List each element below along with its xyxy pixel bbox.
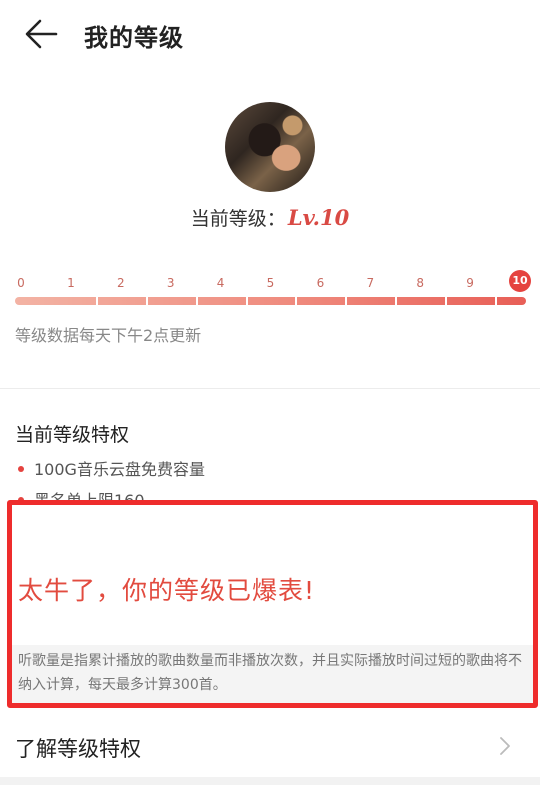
level-tick-7: 7 — [366, 276, 375, 290]
level-tick-5: 5 — [266, 276, 275, 290]
progress-segment-divider — [395, 297, 398, 305]
bullet-dot — [18, 465, 24, 472]
level-label: 当前等级： — [190, 208, 286, 230]
progress-segment-divider — [445, 297, 448, 305]
privilege-item: 100G音乐云盘免费容量 — [18, 456, 205, 480]
level-progress: 10 0 1 2 3 4 5 6 7 8 9 — [15, 270, 531, 310]
level-tick-1: 1 — [67, 276, 75, 290]
update-note: 等级数据每天下午2点更新 — [15, 326, 202, 345]
back-button[interactable] — [18, 14, 62, 54]
highlight-overlay: 太牛了，你的等级已爆表! 听歌量是指累计播放的歌曲数量而非播放次数，并且实际播放… — [7, 500, 538, 708]
progress-segment-divider — [295, 297, 298, 305]
current-level-knob: 10 — [509, 270, 531, 292]
level-progress-bar — [15, 297, 526, 305]
privileges-title: 当前等级特权 — [15, 424, 130, 446]
progress-segment-divider — [245, 297, 248, 305]
avatar[interactable] — [225, 102, 315, 192]
arrow-left-icon — [25, 19, 58, 49]
page-title: 我的等级 — [84, 24, 184, 52]
header: 我的等级 — [0, 0, 540, 70]
boast-text: 太牛了，你的等级已爆表! — [18, 576, 316, 605]
progress-segment-divider — [345, 297, 348, 305]
level-tick-2: 2 — [116, 276, 125, 290]
current-level: 当前等级：Lv.10 — [0, 204, 540, 231]
level-tick-0: 0 — [17, 276, 25, 290]
progress-segment-divider — [145, 297, 148, 305]
progress-segment-divider — [95, 297, 98, 305]
chevron-right-icon — [500, 737, 510, 755]
divider — [0, 388, 540, 389]
level-tick-9: 9 — [466, 276, 474, 290]
level-tick-4: 4 — [216, 276, 225, 290]
listening-note: 听歌量是指累计播放的歌曲数量而非播放次数，并且实际播放时间过短的歌曲将不纳入计算… — [18, 653, 522, 693]
bottom-strip — [0, 777, 540, 785]
level-value: Lv.10 — [287, 205, 350, 230]
level-tick-8: 8 — [416, 276, 425, 290]
learn-privileges-label: 了解等级特权 — [15, 737, 141, 761]
learn-privileges-row[interactable]: 了解等级特权 — [0, 715, 540, 777]
privilege-text: 100G音乐云盘免费容量 — [34, 460, 205, 479]
progress-segment-divider — [195, 297, 198, 305]
level-tick-6: 6 — [316, 276, 325, 290]
level-tick-3: 3 — [166, 276, 175, 290]
progress-segment-divider — [495, 297, 498, 305]
